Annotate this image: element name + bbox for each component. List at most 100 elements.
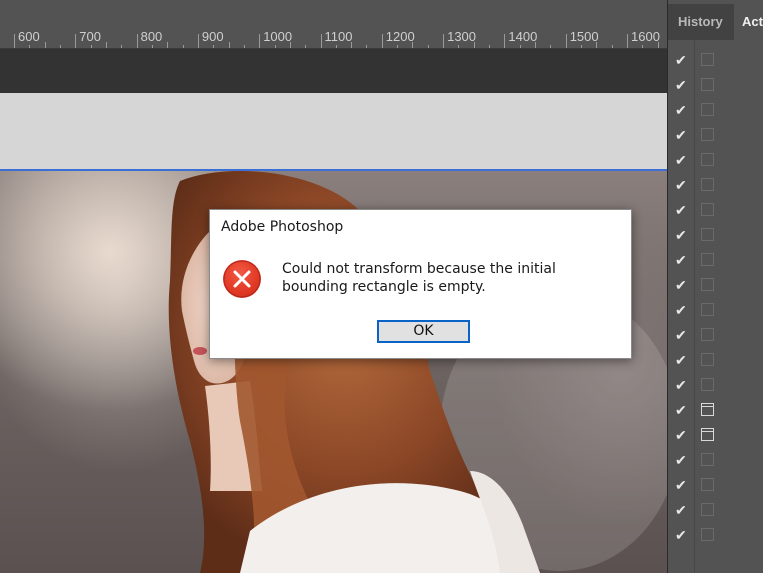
ruler-minor-tick [182,45,184,48]
dialog-toggle-empty[interactable] [701,478,714,491]
action-row[interactable]: ✔ [668,323,763,348]
ruler-label: 800 [140,29,163,44]
checkmark-icon[interactable]: ✔ [675,152,687,168]
checkmark-icon[interactable]: ✔ [675,277,687,293]
action-row[interactable]: ✔ [668,98,763,123]
ruler-label: 1400 [508,29,538,44]
ruler-minor-tick [59,45,61,48]
ruler-minor-tick [489,45,491,48]
dialog-toggle-empty[interactable] [701,528,714,541]
dialog-toggle-empty[interactable] [701,378,714,391]
ruler-minor-tick [167,42,169,48]
action-row[interactable]: ✔ [668,473,763,498]
checkmark-icon[interactable]: ✔ [675,202,687,218]
dialog-toggle-empty[interactable] [701,453,714,466]
action-row[interactable]: ✔ [668,123,763,148]
checkmark-icon[interactable]: ✔ [675,452,687,468]
tab-history[interactable]: History [668,4,734,40]
ruler-minor-tick [243,45,245,48]
title-strip [0,0,667,26]
dialog-toggle-empty[interactable] [701,228,714,241]
action-row[interactable]: ✔ [668,48,763,73]
action-row[interactable]: ✔ [668,248,763,273]
error-icon [223,260,261,298]
dialog-toggle-icon[interactable] [701,403,714,416]
ok-button[interactable]: OK [377,320,470,343]
ruler-major-tick [504,34,506,48]
checkmark-icon[interactable]: ✔ [675,427,687,443]
ruler-minor-tick [274,45,276,48]
ruler-minor-tick [105,42,107,48]
ruler-minor-tick [305,45,307,48]
ruler-minor-tick [519,45,521,48]
ruler-major-tick [259,34,261,48]
checkmark-icon[interactable]: ✔ [675,352,687,368]
action-row[interactable]: ✔ [668,348,763,373]
dialog-toggle-empty[interactable] [701,203,714,216]
ruler-label: 700 [79,29,101,44]
checkmark-icon[interactable]: ✔ [675,377,687,393]
checkmark-icon[interactable]: ✔ [675,77,687,93]
tab-actions[interactable]: Actions [734,4,763,40]
empty-canvas-area [0,93,667,171]
dialog-toggle-empty[interactable] [701,328,714,341]
dialog-toggle-empty[interactable] [701,303,714,316]
ruler-minor-tick [335,45,337,48]
photoshop-window: 600 700 800 900 1000 1100 1200 1300 1400 1500 1600 [0,0,763,573]
dialog-toggle-empty[interactable] [701,153,714,166]
checkmark-icon[interactable]: ✔ [675,402,687,418]
action-row[interactable]: ✔ [668,298,763,323]
checkmark-icon[interactable]: ✔ [675,177,687,193]
ruler-major-tick [565,34,567,48]
dialog-toggle-empty[interactable] [701,78,714,91]
ruler-major-tick [14,34,15,48]
checkmark-icon[interactable]: ✔ [675,52,687,68]
actions-list: ✔ ✔ ✔ ✔ ✔ ✔ ✔ ✔ ✔ ✔ ✔ ✔ ✔ ✔ ✔ ✔ ✔ ✔ ✔ ✔ [668,40,763,573]
action-row[interactable]: ✔ [668,73,763,98]
ruler-minor-tick [44,42,46,48]
checkmark-icon[interactable]: ✔ [675,252,687,268]
checkmark-icon[interactable]: ✔ [675,502,687,518]
dialog-toggle-empty[interactable] [701,128,714,141]
action-row[interactable]: ✔ [668,523,763,548]
dialog-toggle-empty[interactable] [701,178,714,191]
action-row[interactable]: ✔ [668,173,763,198]
dialog-toggle-empty[interactable] [701,503,714,516]
dialog-toggle-empty[interactable] [701,278,714,291]
action-row[interactable]: ✔ [668,448,763,473]
dialog-toggle-icon[interactable] [701,428,714,441]
dialog-toggle-empty[interactable] [701,253,714,266]
panel-tab-bar: History Actions [668,4,763,40]
action-row[interactable]: ✔ [668,398,763,423]
action-row[interactable]: ✔ [668,373,763,398]
action-row[interactable]: ✔ [668,148,763,173]
ruler-minor-tick [611,45,613,48]
ruler-minor-tick [351,42,353,48]
checkmark-icon[interactable]: ✔ [675,227,687,243]
action-row[interactable]: ✔ [668,223,763,248]
dialog-toggle-empty[interactable] [701,353,714,366]
ruler-minor-tick [458,45,460,48]
ruler-label: 900 [201,29,224,44]
ruler-minor-tick [213,45,215,48]
action-row[interactable]: ✔ [668,273,763,298]
action-row[interactable]: ✔ [668,423,763,448]
ruler-minor-tick [596,42,598,48]
dialog-toggle-empty[interactable] [701,103,714,116]
checkmark-icon[interactable]: ✔ [675,102,687,118]
ruler-minor-tick [427,45,429,48]
ruler-major-tick [627,34,628,48]
checkmark-icon[interactable]: ✔ [675,302,687,318]
actions-panel: History Actions ✔ ✔ ✔ ✔ ✔ ✔ ✔ ✔ ✔ ✔ ✔ ✔ ✔ ✔ ✔ ✔ ✔ ✔ ✔ ✔ [667,0,763,573]
action-row[interactable]: ✔ [668,198,763,223]
ruler-minor-tick [289,42,291,48]
checkmark-icon[interactable]: ✔ [675,527,687,543]
horizontal-ruler[interactable]: 600 700 800 900 1000 1100 1200 1300 1400 1500 1600 [0,26,674,49]
action-row[interactable]: ✔ [668,498,763,523]
checkmark-icon[interactable]: ✔ [675,327,687,343]
checkmark-icon[interactable]: ✔ [675,477,687,493]
ruler-minor-tick [657,42,659,48]
checkmark-icon[interactable]: ✔ [675,127,687,143]
ruler-label: 1300 [447,29,477,44]
dialog-toggle-empty[interactable] [701,53,714,66]
